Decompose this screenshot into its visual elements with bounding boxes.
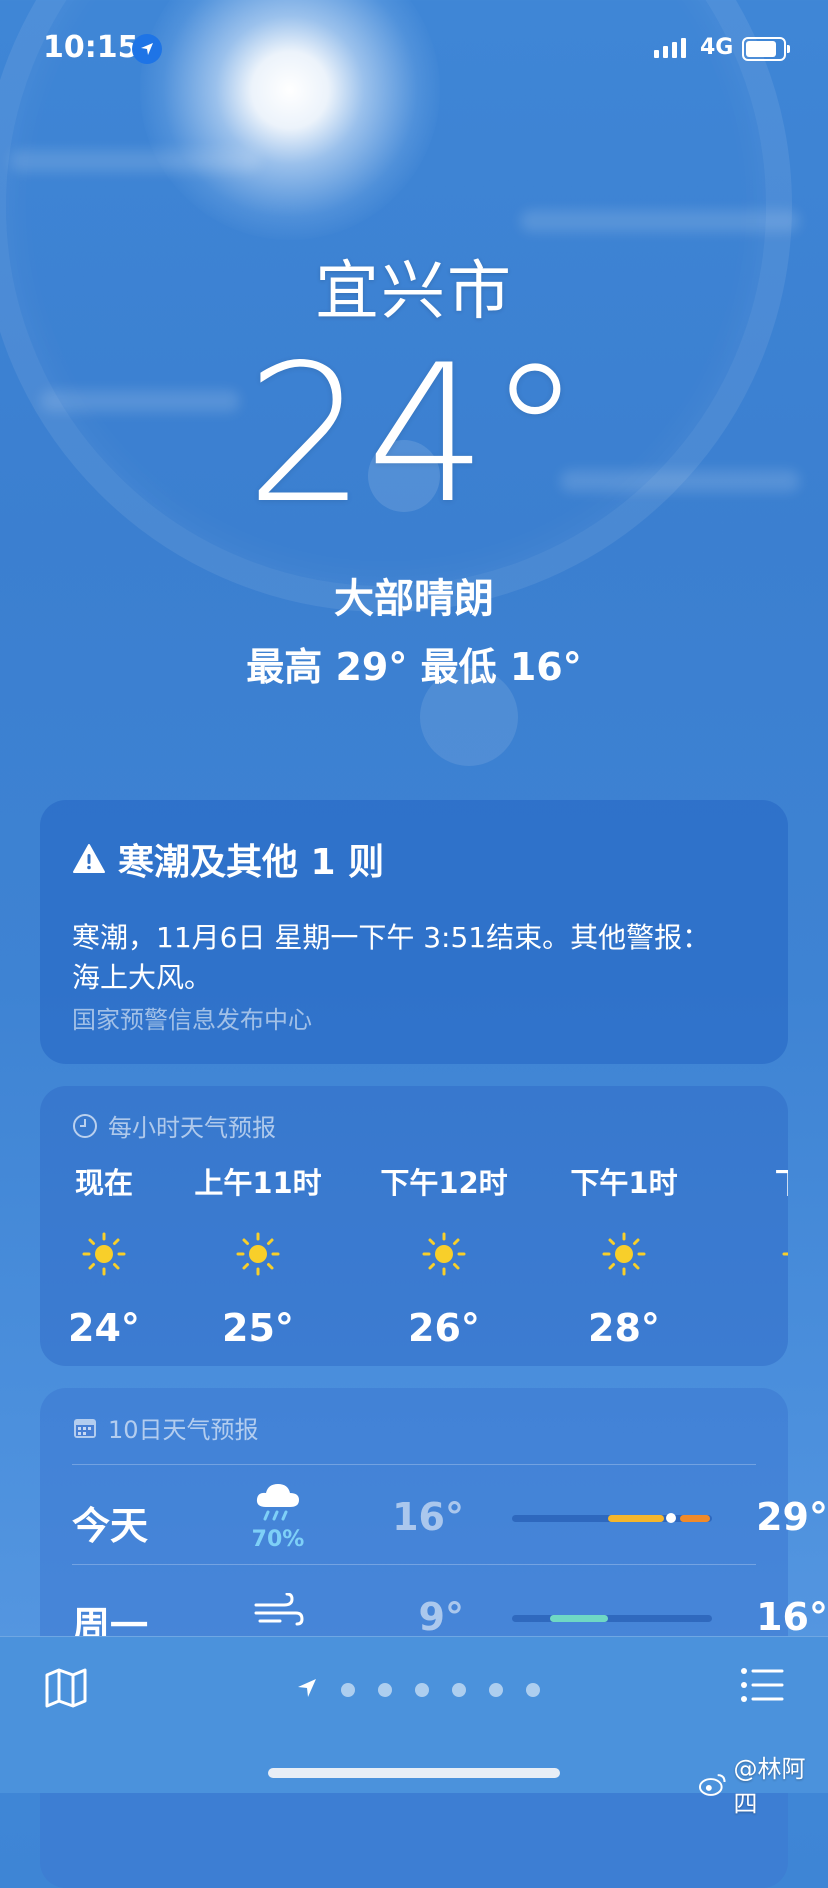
hourly-item: 下午1时 28° [544, 1160, 704, 1350]
hourly-forecast-card[interactable]: 每小时天气预报 现在 24° 上午11时 25° 下午12时 26° 下午1时 28° 下午 2 [40, 1086, 788, 1366]
page-dot[interactable] [452, 1683, 466, 1697]
page-dot[interactable] [378, 1683, 392, 1697]
alert-title-text: 寒潮及其他 1 则 [118, 842, 385, 883]
status-time: 10:15 [43, 30, 139, 65]
current-weather: 宜兴市 24° 大部晴朗 最高 29° 最低 16° [0, 240, 828, 691]
high-low-temps: 最高 29° 最低 16° [246, 645, 582, 689]
sun-icon [544, 1224, 704, 1284]
hour-temp: 24° [68, 1306, 140, 1350]
battery-icon [742, 37, 790, 61]
alert-body-line: 海上大风。 [72, 961, 213, 994]
alert-title: 寒潮及其他 1 则 [72, 833, 384, 885]
watermark: @林阿四 [698, 1749, 828, 1819]
map-icon [45, 1668, 87, 1708]
hour-label: 上午11时 [194, 1166, 322, 1200]
forecast-high: 29° [756, 1495, 828, 1539]
temp-range-bar [512, 1615, 712, 1622]
ten-day-header: 10日天气预报 [72, 1410, 259, 1445]
status-bar: 10:15 4G [0, 0, 828, 100]
warning-icon [73, 844, 105, 873]
forecast-row-today[interactable]: 今天 70% 16° 29° [72, 1464, 828, 1565]
city-name: 宜兴市 [315, 255, 513, 329]
forecast-low: 9° [418, 1595, 464, 1639]
page-dot[interactable] [341, 1683, 355, 1697]
hour-temp: 2 [724, 1306, 788, 1350]
temp-range-bar [512, 1513, 712, 1523]
page-dot[interactable] [415, 1683, 429, 1697]
hourly-item: 下午12时 26° [364, 1160, 524, 1350]
hourly-header: 每小时天气预报 [72, 1108, 276, 1143]
page-dot[interactable] [526, 1683, 540, 1697]
condition-text: 大部晴朗 [334, 576, 494, 622]
forecast-low: 16° [392, 1495, 464, 1539]
list-icon [741, 1668, 784, 1702]
ten-day-header-text: 10日天气预报 [108, 1416, 259, 1444]
current-temperature: 24° [245, 324, 583, 545]
hour-label: 下午 [724, 1160, 788, 1202]
hourly-list[interactable]: 现在 24° 上午11时 25° 下午12时 26° 下午1时 28° 下午 2 [40, 1160, 788, 1360]
hour-label: 下午1时 [570, 1166, 678, 1200]
sun-icon [40, 1224, 184, 1284]
rain-cloud-icon: 70% [248, 1479, 308, 1552]
hour-temp: 26° [408, 1306, 480, 1350]
forecast-day: 今天 [72, 1504, 149, 1548]
hourly-item: 上午11时 25° [178, 1160, 338, 1350]
wind-icon [248, 1592, 308, 1637]
cloud-streak [10, 150, 260, 172]
city-list-button[interactable] [740, 1667, 784, 1707]
page-indicator[interactable] [296, 1677, 540, 1703]
precip-chance: 70% [251, 1527, 305, 1552]
bottom-toolbar: @林阿四 [0, 1636, 828, 1818]
alert-source: 国家预警信息发布中心 [72, 1006, 312, 1034]
hour-temp: 25° [222, 1306, 294, 1350]
sun-icon [724, 1224, 788, 1284]
sun-icon [178, 1224, 338, 1284]
map-button[interactable] [44, 1667, 88, 1711]
cellular-signal-icon [654, 38, 686, 58]
network-type: 4G [700, 35, 734, 60]
clock-icon [73, 1113, 97, 1138]
location-arrow-icon [132, 34, 162, 64]
hour-temp: 28° [588, 1306, 660, 1350]
weather-alert-card[interactable]: 寒潮及其他 1 则 寒潮，11月6日 星期一下午 3:51结束。其他警报： 海上… [40, 800, 788, 1064]
hourly-item: 现在 24° [40, 1160, 184, 1350]
hourly-item: 下午 2 [724, 1160, 788, 1350]
alert-body-line: 寒潮，11月6日 星期一下午 3:51结束。其他警报： [72, 921, 711, 954]
hour-label: 下午12时 [380, 1166, 508, 1200]
home-indicator[interactable] [268, 1768, 560, 1778]
weibo-icon [698, 1774, 726, 1796]
hourly-header-text: 每小时天气预报 [108, 1114, 276, 1142]
sun-icon [364, 1224, 524, 1284]
page-dot[interactable] [489, 1683, 503, 1697]
hour-label: 现在 [74, 1166, 133, 1200]
alert-body: 寒潮，11月6日 星期一下午 3:51结束。其他警报： 海上大风。 [72, 918, 756, 998]
current-location-page-icon[interactable] [296, 1677, 318, 1703]
calendar-icon [74, 1418, 96, 1438]
watermark-text: @林阿四 [733, 1755, 806, 1818]
cloud-streak [520, 210, 800, 232]
forecast-high: 16° [756, 1595, 828, 1639]
